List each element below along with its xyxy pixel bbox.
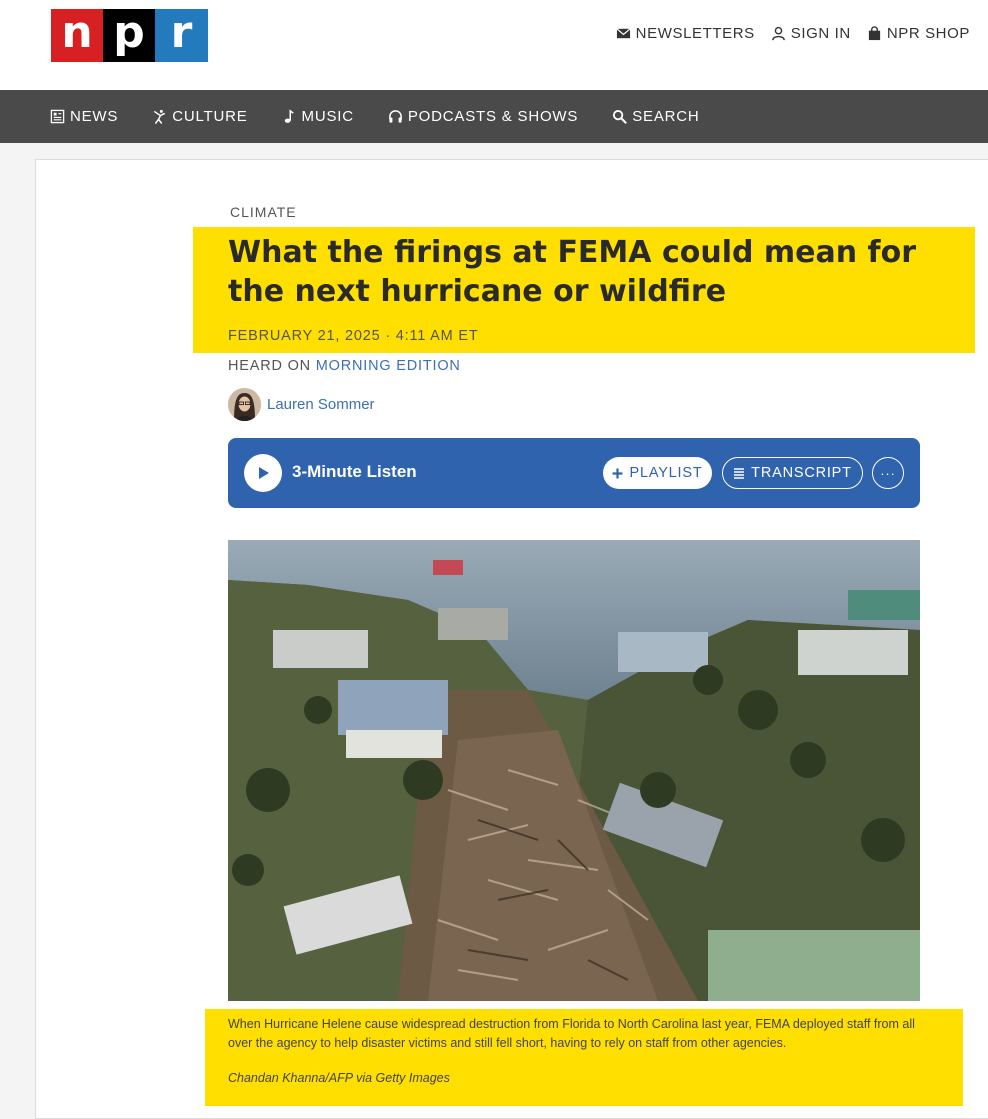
dancer-icon [154, 109, 166, 124]
logo-letter-r: r [155, 9, 208, 62]
nav-label-search: SEARCH [632, 108, 700, 125]
sign-in-link[interactable]: SIGN IN [771, 25, 851, 42]
npr-logo[interactable]: n p r [51, 9, 208, 62]
utility-nav: NEWSLETTERS SIGN IN NPR SHOP [616, 25, 970, 42]
more-options-label: ··· [880, 465, 896, 481]
more-options-button[interactable]: ··· [872, 457, 904, 489]
nav-item-music[interactable]: MUSIC [282, 108, 354, 125]
article-headline: What the firings at FEMA could mean for … [228, 235, 917, 309]
main-nav: NEWS CULTURE MUSIC PODCASTS & SHOWS SEAR… [0, 90, 988, 143]
nav-item-culture[interactable]: CULTURE [152, 108, 247, 125]
shopping-bag-icon [868, 26, 880, 41]
plus-icon [613, 468, 623, 478]
lead-photo[interactable] [228, 540, 920, 1001]
listen-duration: 3-Minute Listen [292, 462, 417, 481]
article-category[interactable]: CLIMATE [230, 204, 297, 220]
audio-player: 3-Minute Listen PLAYLIST TRANSCRIPT ··· [228, 438, 920, 508]
show-link[interactable]: MORNING EDITION [316, 358, 461, 374]
article-date: FEBRUARY 21, 2025 · 4:11 AM ET [228, 328, 479, 344]
nav-label-news: NEWS [70, 108, 119, 125]
hurricane-damage-photo [228, 540, 920, 1001]
newspaper-icon [50, 109, 65, 124]
heard-on: HEARD ON MORNING EDITION [228, 358, 461, 374]
heard-on-prefix: HEARD ON [228, 358, 311, 374]
nav-item-search[interactable]: SEARCH [612, 108, 699, 125]
author-avatar[interactable] [228, 388, 261, 421]
transcript-label: TRANSCRIPT [751, 465, 852, 481]
byline: Lauren Sommer [228, 388, 375, 421]
nav-item-podcasts[interactable]: PODCASTS & SHOWS [388, 108, 578, 125]
site-header: n p r NEWSLETTERS SIGN IN NPR SHOP [0, 0, 988, 90]
play-button[interactable] [244, 454, 282, 492]
envelope-icon [616, 28, 631, 39]
npr-shop-label: NPR SHOP [886, 25, 970, 42]
music-note-icon [284, 109, 294, 123]
add-to-playlist-button[interactable]: PLAYLIST [603, 457, 712, 489]
newsletters-label: NEWSLETTERS [635, 25, 755, 42]
nav-label-podcasts: PODCASTS & SHOWS [407, 108, 579, 125]
author-link[interactable]: Lauren Sommer [267, 396, 375, 413]
npr-shop-link[interactable]: NPR SHOP [867, 25, 970, 42]
newsletters-link[interactable]: NEWSLETTERS [616, 25, 755, 42]
nav-item-news[interactable]: NEWS [50, 108, 118, 125]
playlist-label: PLAYLIST [629, 465, 703, 481]
logo-letter-n: n [51, 9, 103, 62]
transcript-button[interactable]: TRANSCRIPT [722, 457, 863, 489]
nav-label-music: MUSIC [301, 108, 354, 125]
search-icon [613, 109, 627, 124]
user-icon [771, 26, 785, 41]
logo-letter-p: p [103, 9, 155, 62]
play-icon [259, 467, 269, 479]
headphones-icon [389, 110, 402, 123]
nav-label-culture: CULTURE [172, 108, 248, 125]
transcript-icon [734, 468, 745, 479]
photo-caption: When Hurricane Helene cause widespread d… [228, 1017, 915, 1050]
sign-in-label: SIGN IN [790, 25, 851, 42]
photo-credit: Chandan Khanna/AFP via Getty Images [228, 1071, 450, 1085]
